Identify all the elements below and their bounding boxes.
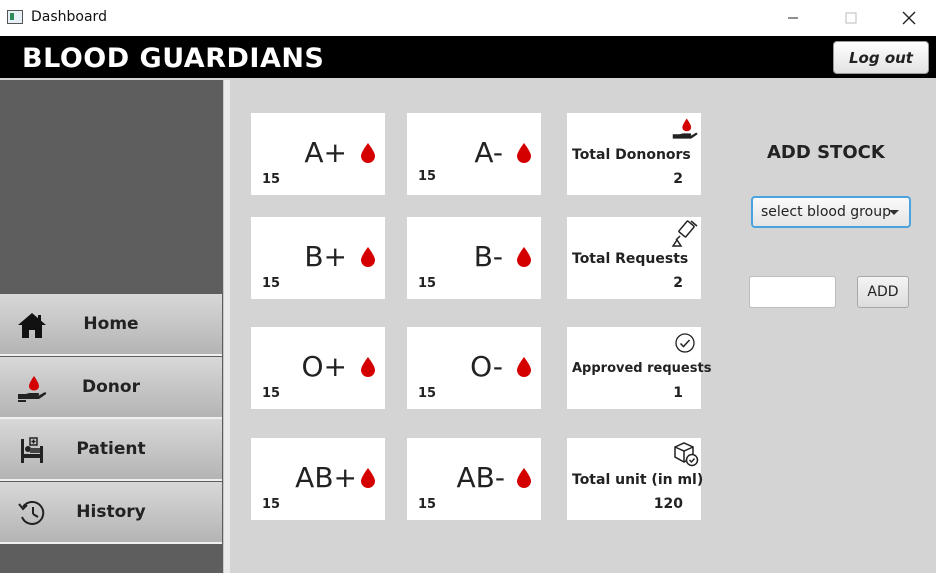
blood-drop-icon (361, 143, 375, 163)
window-title: Dashboard (31, 9, 107, 25)
minimize-button[interactable] (764, 0, 822, 36)
blood-group-label: A- (474, 136, 503, 169)
stat-label: Total Dononors (572, 147, 691, 163)
blood-group-label: B- (473, 240, 503, 273)
stat-value: 2 (673, 171, 683, 187)
sidebar-item-home[interactable]: Home (0, 294, 222, 356)
blood-drop-icon (517, 247, 531, 267)
blood-drop-icon (517, 143, 531, 163)
stat-value: 1 (673, 385, 683, 401)
maximize-icon (845, 12, 857, 24)
blood-group-card-a-neg[interactable]: A- 15 (407, 113, 541, 195)
donor-hand-icon (671, 115, 699, 143)
blood-group-count: 15 (418, 169, 437, 184)
maximize-button[interactable] (822, 0, 880, 36)
chevron-down-icon (889, 210, 899, 215)
blood-group-count: 15 (262, 497, 281, 512)
blood-group-select-value: select blood group (761, 204, 891, 220)
app-header: BLOOD GUARDIANS Log out (0, 36, 936, 78)
stat-card-total-requests[interactable]: Total Requests 2 (567, 217, 701, 299)
blood-group-card-o-pos[interactable]: O+ 15 (251, 327, 385, 409)
blood-group-card-b-pos[interactable]: B+ 15 (251, 217, 385, 299)
blood-group-label: AB- (456, 461, 505, 494)
blood-group-label: B+ (304, 240, 347, 273)
sidebar-item-label: Donor (82, 377, 140, 397)
blood-group-card-a-pos[interactable]: A+ 15 (251, 113, 385, 195)
blood-group-label: AB+ (295, 461, 357, 494)
minimize-icon (788, 17, 798, 19)
sidebar: Home Donor Patient History (0, 80, 223, 573)
stat-card-total-donors[interactable]: Total Dononors 2 (567, 113, 701, 195)
title-bar: Dashboard (0, 0, 936, 36)
stock-amount-input[interactable] (749, 276, 836, 308)
blood-drop-icon (517, 468, 531, 488)
blood-drop-icon (517, 357, 531, 377)
close-icon (902, 11, 916, 25)
stat-card-total-unit[interactable]: Total unit (in ml) 120 (567, 438, 704, 520)
stat-value: 2 (673, 275, 683, 291)
blood-group-select[interactable]: select blood group (751, 196, 911, 228)
blood-group-count: 15 (262, 172, 281, 187)
stat-card-approved-requests[interactable]: Approved requests 1 (567, 327, 711, 409)
sidebar-divider (223, 80, 230, 573)
blood-group-count: 15 (262, 276, 281, 291)
stat-value: 120 (653, 496, 683, 512)
blood-drop-icon (361, 468, 375, 488)
sidebar-item-history[interactable]: History (0, 482, 222, 544)
blood-group-count: 15 (418, 276, 437, 291)
logout-button[interactable]: Log out (833, 41, 929, 74)
blood-group-card-ab-pos[interactable]: AB+ 15 (251, 438, 385, 520)
stat-label: Total Requests (572, 251, 689, 267)
add-stock-button[interactable]: ADD (857, 276, 909, 308)
sidebar-item-patient[interactable]: Patient (0, 419, 222, 481)
check-circle-icon (671, 329, 699, 357)
blood-group-card-b-neg[interactable]: B- 15 (407, 217, 541, 299)
blood-group-count: 15 (418, 386, 437, 401)
blood-drop-icon (361, 357, 375, 377)
sidebar-item-donor[interactable]: Donor (0, 357, 222, 419)
blood-group-count: 15 (262, 386, 281, 401)
close-button[interactable] (880, 0, 936, 36)
blood-drop-icon (361, 247, 375, 267)
brand-title: BLOOD GUARDIANS (22, 43, 325, 74)
blood-bag-icon (671, 219, 699, 247)
sidebar-item-label: Patient (76, 439, 146, 459)
blood-group-card-o-neg[interactable]: O- 15 (407, 327, 541, 409)
sidebar-item-label: Home (83, 314, 139, 334)
blood-group-card-ab-neg[interactable]: AB- 15 (407, 438, 541, 520)
stat-label: Approved requests (572, 361, 712, 376)
add-stock-title: ADD STOCK (767, 142, 885, 163)
blood-group-label: O- (470, 350, 503, 383)
dashboard-window: Dashboard BLOOD GUARDIANS Log out Home D… (0, 0, 936, 573)
blood-group-count: 15 (418, 497, 437, 512)
blood-group-label: O+ (301, 350, 348, 383)
stat-label: Total unit (in ml) (572, 472, 704, 488)
blood-group-label: A+ (304, 136, 347, 169)
sidebar-item-label: History (76, 502, 146, 522)
box-check-icon (671, 440, 699, 468)
app-icon (7, 10, 23, 24)
